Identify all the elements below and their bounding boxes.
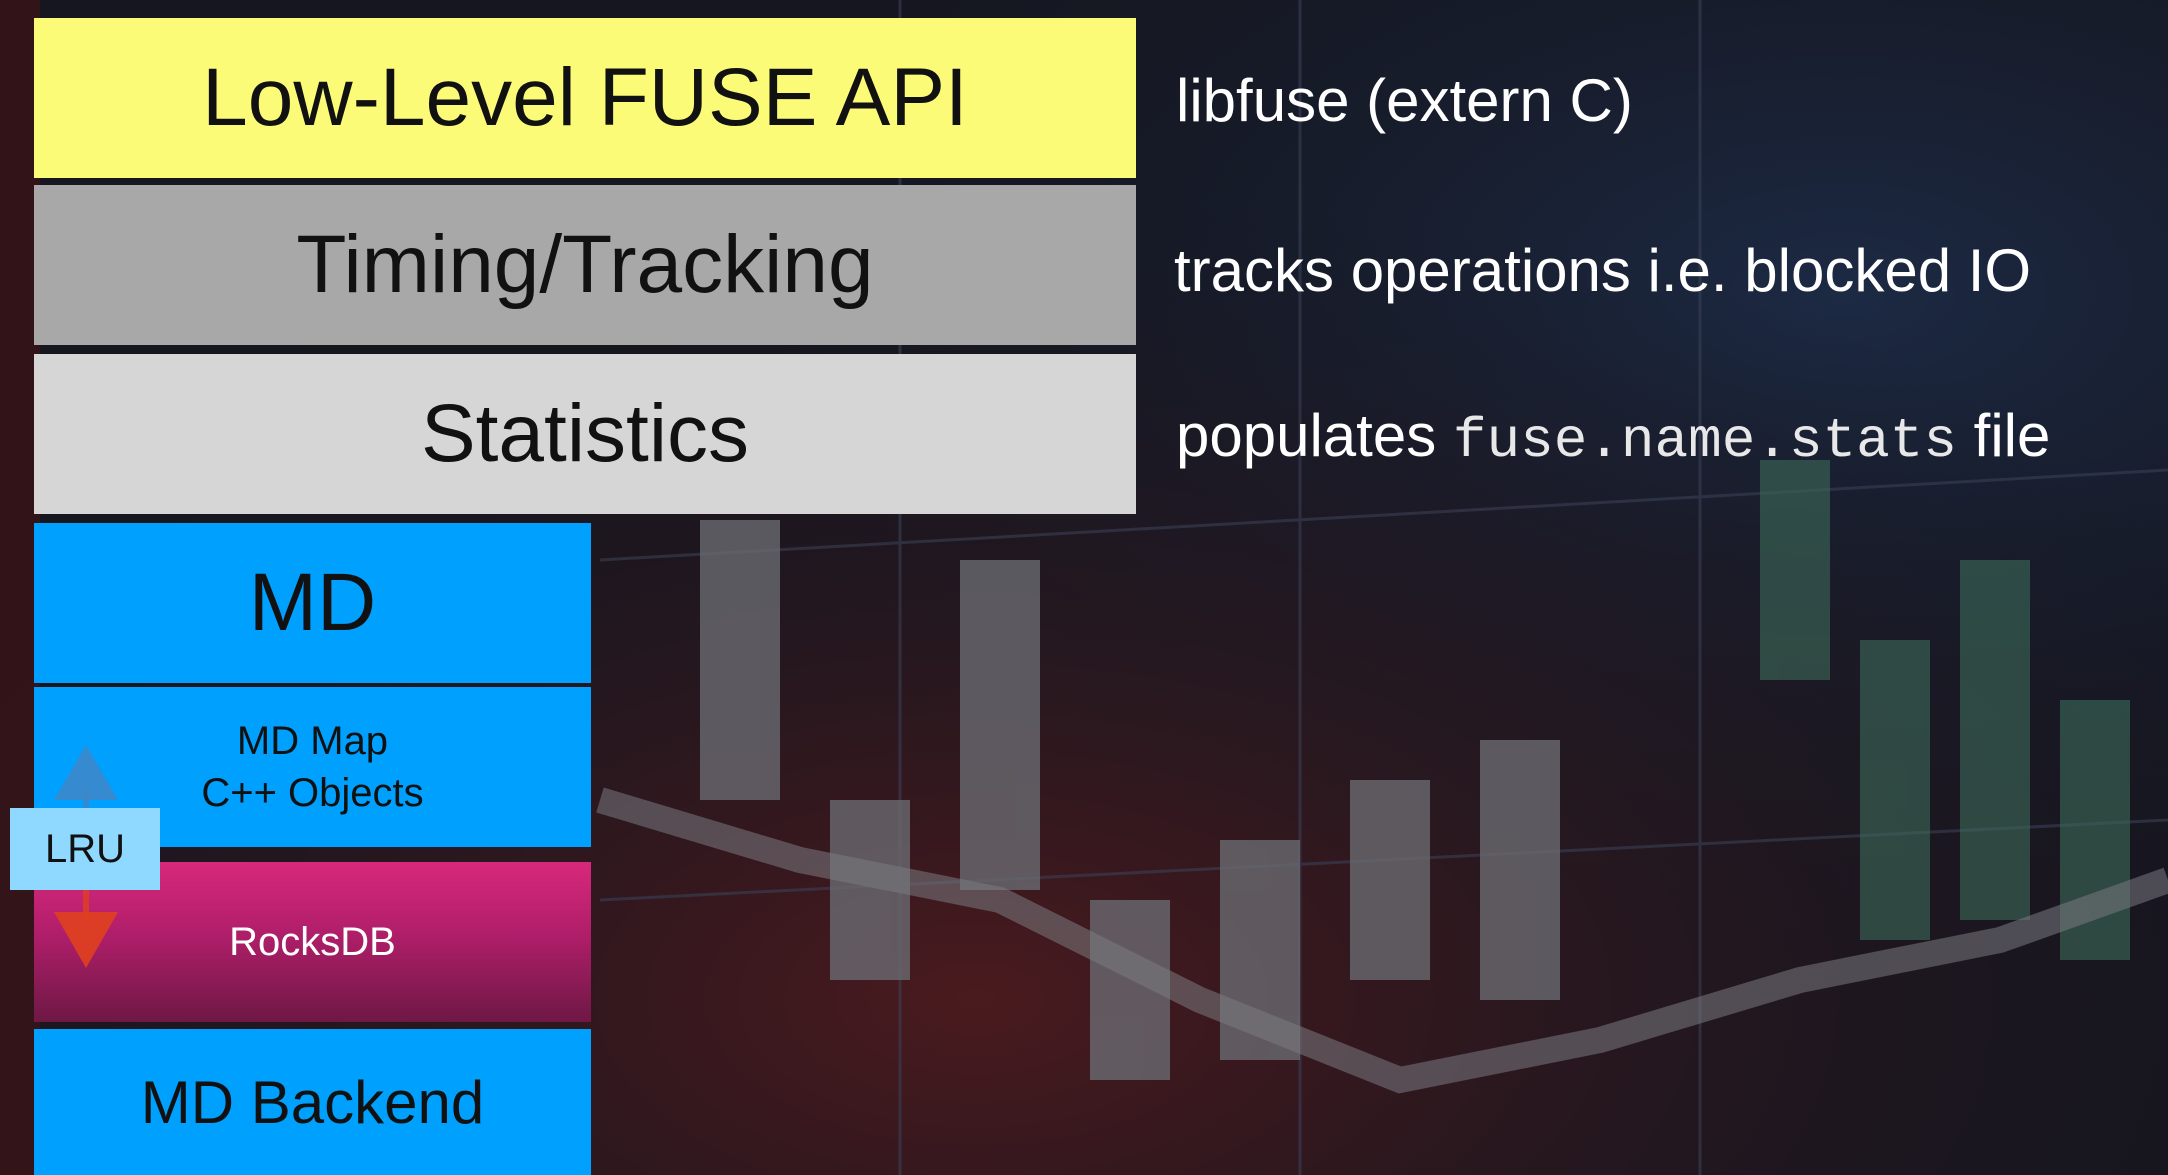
annotation-stats-suffix: file (1956, 402, 2051, 469)
timing-tracking-layer: Timing/Tracking (34, 185, 1136, 345)
fuse-api-label: Low-Level FUSE API (202, 52, 968, 143)
timing-label: Timing/Tracking (296, 219, 874, 310)
annotation-stats-prefix: populates (1176, 402, 1453, 469)
md-backend-layer: MD Backend (34, 1029, 591, 1175)
md-layer: MD (34, 523, 591, 683)
low-level-fuse-api-layer: Low-Level FUSE API (34, 18, 1136, 178)
rocksdb-label: RocksDB (229, 919, 396, 964)
md-label: MD (248, 557, 377, 648)
annotation-stats-filename: fuse.name.stats (1452, 409, 1957, 473)
statistics-label: Statistics (420, 388, 750, 479)
statistics-layer: Statistics (34, 354, 1136, 514)
annotation-statistics: populates fuse.name.stats file (1176, 401, 2050, 473)
annotation-timing: tracks operations i.e. blocked IO (1174, 237, 2032, 304)
lru-label: LRU (44, 826, 126, 871)
md-map-label: MD Map (236, 719, 389, 763)
annotation-fuse-api: libfuse (extern C) (1176, 67, 1633, 134)
md-backend-label: MD Backend (140, 1068, 485, 1136)
cpp-objects-label: C++ Objects (201, 771, 424, 815)
lru-badge: LRU (10, 808, 160, 890)
